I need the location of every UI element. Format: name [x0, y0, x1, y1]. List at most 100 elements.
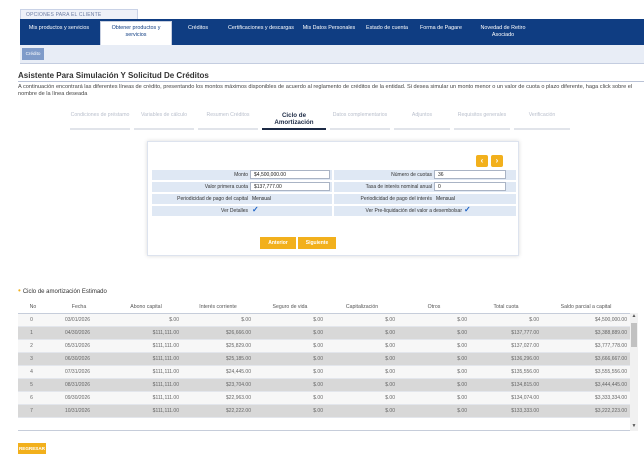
monto-label: Monto [234, 172, 248, 178]
table-cell: $.00 [398, 378, 470, 392]
table-cell: $134,815.00 [470, 378, 542, 392]
nav-item-novedad-retiro[interactable]: Novedad de Retiro Asociado [470, 22, 536, 42]
table-cell: 0 [18, 313, 48, 327]
table-cell: 7 [18, 404, 48, 418]
periodicidad-interes-value: Mensual [436, 196, 455, 202]
periodicidad-capital-value: Mensual [252, 196, 271, 202]
valor-cuota-field[interactable]: $137,777.00 [250, 182, 330, 191]
step-label: Condiciones de préstamo [70, 112, 130, 118]
nav-item-creditos[interactable]: Créditos [174, 22, 222, 42]
table-cell: $.00 [398, 391, 470, 405]
step-label: Variables de cálculo [140, 112, 188, 118]
table-cell: $3,555,556.00 [542, 365, 630, 379]
numero-cuotas-label: Número de cuotas [391, 172, 432, 178]
table-row: 7 10/31/2026 $111,111.00 $22,222.00 $.00… [18, 404, 630, 418]
title-divider [18, 81, 644, 82]
table-cell: $.00 [326, 313, 398, 327]
monto-field[interactable]: $4,500,000.00 [250, 170, 330, 179]
regresar-button[interactable]: REGRESAR [18, 443, 46, 454]
arrow-left-icon[interactable]: ‹ [476, 155, 488, 167]
table-cell: $136,296.00 [470, 352, 542, 366]
table-cell: $.00 [398, 326, 470, 340]
table-cell: 03/01/2026 [48, 313, 110, 327]
nav-item-certificaciones[interactable]: Certificaciones y descargas [226, 22, 296, 42]
siguiente-button[interactable]: Siguiente [298, 237, 336, 249]
periodicidad-interes-label: Periodicidad de pago del interés [360, 196, 432, 202]
arrow-right-icon[interactable]: › [491, 155, 503, 167]
table-scrollbar[interactable]: ▲ ▼ [630, 313, 638, 431]
table-cell: 05/31/2026 [48, 339, 110, 353]
page-title: Asistente Para Simulación Y Solicitud De… [18, 71, 209, 80]
scroll-thumb[interactable] [631, 323, 637, 347]
table-row: 2 05/31/2026 $111,111.00 $25,829.00 $.00… [18, 339, 630, 353]
anterior-button[interactable]: Anterior [260, 237, 296, 249]
table-cell: $22,963.00 [182, 391, 254, 405]
table-cell: 1 [18, 326, 48, 340]
page-description: A continuación encontrará las diferentes… [18, 84, 633, 97]
step-label: Ciclo de Amortización [274, 112, 314, 126]
table-cell: $.00 [326, 352, 398, 366]
step-bar [70, 128, 130, 130]
table-header-row: No Fecha Abono capital Interés corriente… [18, 301, 630, 314]
table-cell: $.00 [182, 313, 254, 327]
nav-item-obtener-productos[interactable]: Obtener productos y servicios [100, 21, 172, 45]
table-cell: 4 [18, 365, 48, 379]
table-row: 6 09/30/2026 $111,111.00 $22,963.00 $.00… [18, 391, 630, 405]
table-cell: $25,185.00 [182, 352, 254, 366]
periodicidad-capital-label: Periodicidad de pago del capital [177, 196, 248, 202]
scroll-down-icon[interactable]: ▼ [630, 423, 638, 429]
table-cell: $3,388,889.00 [542, 326, 630, 340]
amortization-table-wrap: No Fecha Abono capital Interés corriente… [18, 301, 638, 431]
table-cell: 10/31/2026 [48, 404, 110, 418]
step-requisitos: Requisitos generales [454, 111, 510, 131]
table-cell: $111,111.00 [110, 339, 182, 353]
table-cell: $111,111.00 [110, 391, 182, 405]
table-cell: $3,333,334.00 [542, 391, 630, 405]
table-cell: $.00 [326, 391, 398, 405]
numero-cuotas-field[interactable]: 36 [434, 170, 506, 179]
table-cell: $.00 [326, 378, 398, 392]
nav-item-estado-cuenta[interactable]: Estado de cuenta [362, 22, 412, 42]
tasa-field[interactable]: 0 [434, 182, 506, 191]
table-cell: $25,829.00 [182, 339, 254, 353]
step-bar [454, 128, 510, 130]
table-row: 3 06/30/2026 $111,111.00 $25,185.00 $.00… [18, 352, 630, 366]
nav-item-mis-productos[interactable]: Mis productos y servicios [20, 22, 98, 42]
credit-summary-form: ‹ › Monto $4,500,000.00 Número de cuotas… [147, 141, 519, 256]
col-header: Saldo parcial a capital [542, 301, 630, 314]
step-label: Verificación [528, 112, 556, 118]
amortization-title-text: Ciclo de amortización Estimado [22, 289, 107, 295]
table-cell: $.00 [398, 404, 470, 418]
tab-credito[interactable]: Crédito [22, 48, 44, 60]
table-cell: $26,666.00 [182, 326, 254, 340]
scroll-up-icon[interactable]: ▲ [630, 313, 638, 319]
table-cell: $24,445.00 [182, 365, 254, 379]
table-row: 0 03/01/2026 $.00 $.00 $.00 $.00 $.00 $.… [18, 313, 630, 327]
table-cell: $3,777,778.00 [542, 339, 630, 353]
table-cell: $.00 [110, 313, 182, 327]
step-variables: Variables de cálculo [134, 111, 194, 131]
table-cell: $3,222,223.00 [542, 404, 630, 418]
table-cell: $111,111.00 [110, 404, 182, 418]
table-cell: $.00 [254, 391, 326, 405]
step-bar [330, 128, 390, 130]
ver-detalles-label: Ver Detalles [221, 208, 248, 214]
table-cell: 2 [18, 339, 48, 353]
table-cell: 5 [18, 378, 48, 392]
table-cell: $137,027.00 [470, 339, 542, 353]
step-bar [394, 128, 450, 130]
table-cell: 6 [18, 391, 48, 405]
step-label: Datos complementarios [332, 112, 388, 118]
nav-item-mis-datos[interactable]: Mis Datos Personales [300, 22, 358, 42]
table-cell: 06/30/2026 [48, 352, 110, 366]
nav-item-forma-pagare[interactable]: Forma de Pagare [416, 22, 466, 42]
col-header: No [18, 301, 48, 314]
table-cell: $3,666,667.00 [542, 352, 630, 366]
top-bar: OPCIONES PARA EL CLIENTE [0, 0, 644, 19]
table-cell: $.00 [398, 313, 470, 327]
table-cell: $.00 [254, 365, 326, 379]
step-label: Adjuntos [411, 112, 433, 118]
check-icon[interactable]: ✓ [252, 205, 259, 214]
check-icon[interactable]: ✓ [464, 205, 471, 214]
table-cell: $111,111.00 [110, 378, 182, 392]
